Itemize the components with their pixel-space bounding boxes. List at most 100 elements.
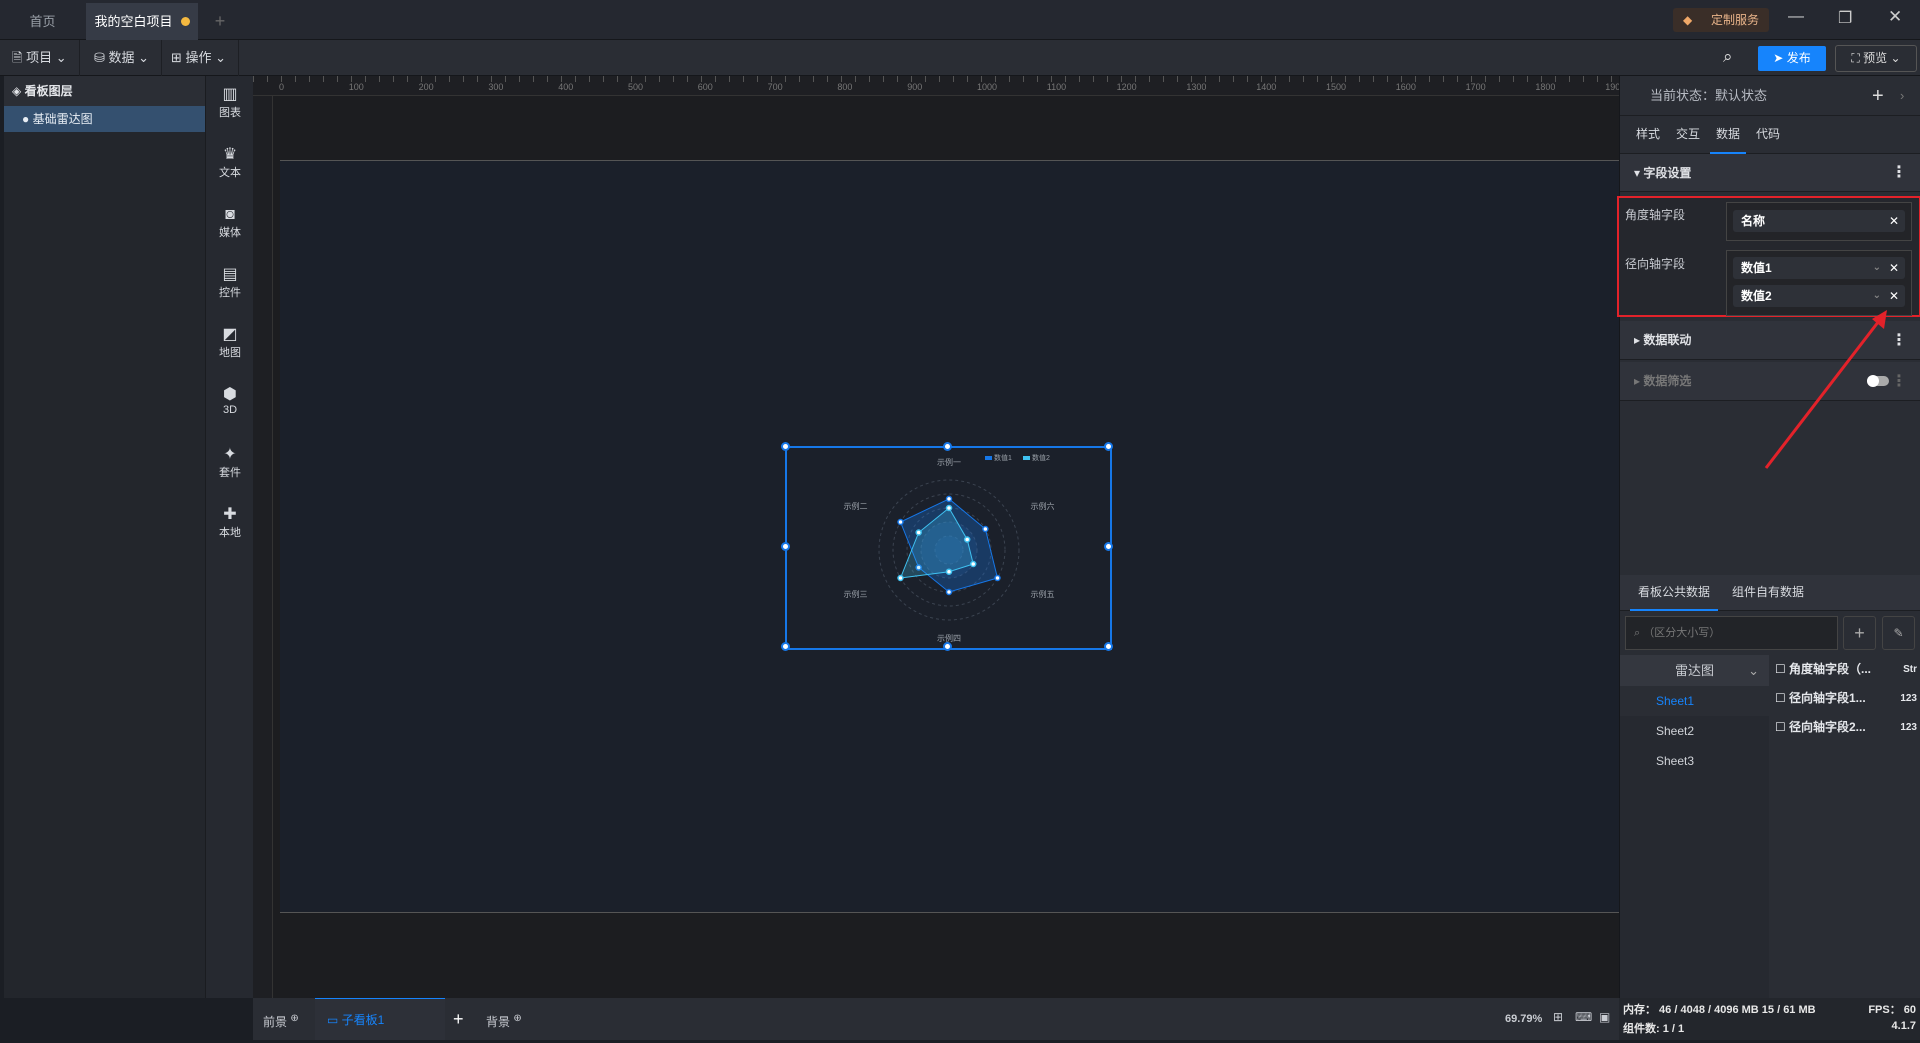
component-control-button[interactable]: ▤ 控件 <box>206 266 254 300</box>
more-icon[interactable]: ⋮ <box>1891 321 1907 360</box>
state-value[interactable]: 默认状态 <box>1715 88 1767 103</box>
resize-handle[interactable] <box>942 442 952 451</box>
diamond-icon: ◆ <box>1683 13 1693 27</box>
chevron-down-icon[interactable]: ⌄ <box>1873 257 1881 279</box>
component-kit-button[interactable]: ✦ 套件 <box>206 446 254 480</box>
tab-project[interactable]: 我的空白项目 <box>86 3 198 40</box>
checkbox[interactable]: ☐ <box>1775 713 1786 742</box>
legend-swatch <box>1023 456 1030 460</box>
resize-handle[interactable] <box>1104 442 1113 451</box>
remove-icon[interactable]: ✕ <box>1889 210 1899 232</box>
add-data-button[interactable]: + <box>1843 616 1876 650</box>
sheet-item[interactable]: Sheet2 <box>1620 716 1769 746</box>
data-point[interactable] <box>897 518 904 526</box>
component-local-button[interactable]: ✚ 本地 <box>206 506 254 540</box>
component-text-button[interactable]: ♛ 文本 <box>206 146 254 180</box>
data-point[interactable] <box>982 525 989 533</box>
add-circle-icon[interactable]: ⊕ <box>290 1013 298 1024</box>
sheet-item[interactable]: Sheet3 <box>1620 746 1769 776</box>
column-item[interactable]: ☐ 角度轴字段（... Str <box>1769 655 1920 684</box>
component-label: 控件 <box>219 287 241 299</box>
data-filter-header[interactable]: ▸ 数据筛选 ⋮ <box>1620 362 1920 401</box>
zoom-level[interactable]: 69.79% <box>1505 998 1542 1040</box>
data-search-input[interactable]: ⌕ （区分大小写） <box>1625 616 1838 650</box>
filter-toggle[interactable] <box>1867 375 1889 387</box>
data-point[interactable] <box>963 536 971 543</box>
radial-axis-dropzone[interactable]: 数值1 ⌄ ✕ 数值2 ⌄ ✕ <box>1726 250 1912 316</box>
add-circle-icon[interactable]: ⊕ <box>513 1013 521 1024</box>
tab-2[interactable]: 数据 <box>1710 116 1747 154</box>
tab-1[interactable]: 交互 <box>1670 116 1706 154</box>
fit-screen-icon[interactable]: ⊞ <box>1553 1010 1563 1024</box>
checkbox[interactable]: ☐ <box>1775 655 1786 684</box>
data-point[interactable] <box>945 588 953 596</box>
data-linkage-header[interactable]: ▸ 数据联动 ⋮ <box>1620 321 1920 360</box>
angle-axis-dropzone[interactable]: 名称 ✕ <box>1726 202 1912 241</box>
chevron-down-icon[interactable]: ⌄ <box>1873 285 1881 307</box>
checkbox[interactable]: ☐ <box>1775 684 1786 713</box>
resize-handle[interactable] <box>1104 542 1113 551</box>
add-board-button[interactable]: + <box>453 998 464 1040</box>
tab-own-data[interactable]: 组件自有数据 <box>1724 575 1812 611</box>
column-name: 径向轴字段1... <box>1789 691 1866 705</box>
remove-icon[interactable]: ✕ <box>1889 285 1899 307</box>
field-chip-value2[interactable]: 数值2 ⌄ ✕ <box>1733 285 1905 307</box>
more-icon[interactable]: ⋮ <box>1891 362 1907 401</box>
console-icon[interactable]: ▣ <box>1599 1010 1610 1024</box>
data-point[interactable] <box>969 560 977 568</box>
board-tab[interactable]: ▭ 子看板1 <box>315 998 445 1040</box>
layer-item[interactable]: ● 基础雷达图 <box>4 106 205 132</box>
field-chip-name[interactable]: 名称 ✕ <box>1733 210 1905 232</box>
keyboard-icon[interactable]: ⌨ <box>1575 1010 1592 1024</box>
custom-service-button[interactable]: ◆ 定制服务 <box>1673 8 1769 32</box>
component-chart-button[interactable]: ▥ 图表 <box>206 86 254 120</box>
component-label: 文本 <box>219 167 241 179</box>
component-3d-button[interactable]: ⬢ 3D <box>206 386 254 416</box>
data-point[interactable] <box>945 568 953 575</box>
sheet-item[interactable]: Sheet1 <box>1620 686 1769 716</box>
legend-label[interactable]: 数值2 <box>1032 453 1050 462</box>
data-point[interactable] <box>945 495 953 503</box>
component-map-button[interactable]: ◩ 地图 <box>206 326 254 360</box>
minimize-icon[interactable]: — <box>1788 8 1804 26</box>
data-point[interactable] <box>915 529 922 536</box>
field-settings-header[interactable]: ▾ 字段设置 ⋮ <box>1620 154 1920 192</box>
tab-public-data[interactable]: 看板公共数据 <box>1630 575 1719 611</box>
dataset-select[interactable]: 雷达图 ⌄ <box>1620 655 1769 686</box>
legend-label[interactable]: 数值1 <box>994 453 1012 462</box>
column-item[interactable]: ☐ 径向轴字段2... 123 <box>1769 713 1920 742</box>
more-icon[interactable]: ⋮ <box>1891 154 1907 192</box>
tab-3[interactable]: 代码 <box>1750 116 1786 154</box>
chevron-right-icon[interactable]: › <box>1900 76 1904 116</box>
menu-operation[interactable]: ⊞ 操作 ⌄ <box>159 40 240 76</box>
data-point[interactable] <box>945 504 953 512</box>
ruler-tick-label: 200 <box>418 82 434 92</box>
close-icon[interactable]: ✕ <box>1888 7 1902 27</box>
search-icon[interactable]: ⌕ <box>1723 47 1733 67</box>
resize-handle[interactable] <box>781 442 790 451</box>
column-item[interactable]: ☐ 径向轴字段1... 123 <box>1769 684 1920 713</box>
tab-0[interactable]: 样式 <box>1630 116 1666 154</box>
add-state-icon[interactable]: + <box>1872 76 1884 116</box>
tab-home[interactable]: 首页 <box>0 3 85 40</box>
add-tab-button[interactable]: + <box>205 3 235 40</box>
background-tab[interactable]: 背景 ⊕ <box>486 998 522 1040</box>
preview-button[interactable]: ⛶ 预览 ⌄ <box>1835 45 1917 72</box>
component-media-button[interactable]: ◙ 媒体 <box>206 206 254 240</box>
edit-data-icon[interactable]: ✎ <box>1882 616 1915 650</box>
resize-handle[interactable] <box>942 642 952 651</box>
menu-project[interactable]: 🗎 项目 ⌄ <box>0 40 80 76</box>
resize-handle[interactable] <box>1104 642 1113 651</box>
data-point[interactable] <box>897 574 904 582</box>
resize-handle[interactable] <box>781 542 790 551</box>
radar-chart-component[interactable]: 示例一 示例二 示例三 示例四 示例五 示例六 数值1 数值2 <box>781 442 1113 651</box>
resize-handle[interactable] <box>781 642 790 651</box>
menu-data[interactable]: ⛁ 数据 ⌄ <box>82 40 163 76</box>
remove-icon[interactable]: ✕ <box>1889 257 1899 279</box>
publish-button[interactable]: ➤ 发布 <box>1758 46 1826 71</box>
foreground-tab[interactable]: 前景 ⊕ <box>263 998 299 1040</box>
column-type: Str <box>1903 664 1917 675</box>
field-chip-value1[interactable]: 数值1 ⌄ ✕ <box>1733 257 1905 279</box>
data-point[interactable] <box>994 574 1001 582</box>
restore-icon[interactable]: ❐ <box>1838 8 1852 28</box>
